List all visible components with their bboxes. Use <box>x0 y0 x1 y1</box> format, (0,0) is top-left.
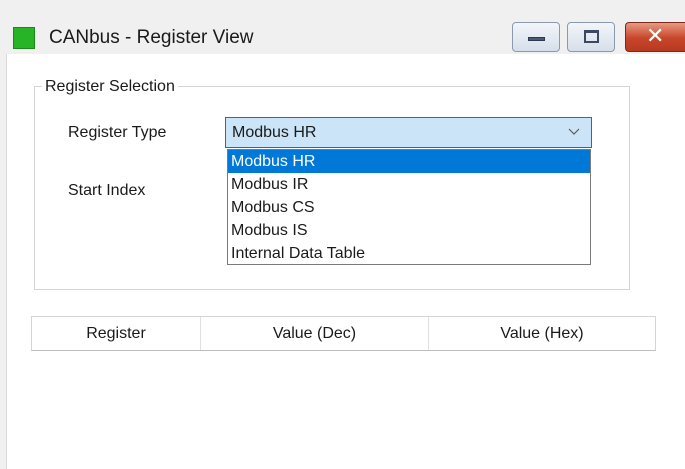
minimize-icon <box>528 37 545 41</box>
register-view-window: CANbus - Register View ✕ Register Select… <box>0 0 685 469</box>
column-header-register[interactable]: Register <box>32 317 201 350</box>
register-selection-title: Register Selection <box>42 77 178 97</box>
title-bar[interactable]: CANbus - Register View ✕ <box>0 0 685 54</box>
maximize-button[interactable] <box>567 22 615 52</box>
dropdown-option-modbus-is[interactable]: Modbus IS <box>228 219 590 242</box>
dropdown-option-modbus-cs[interactable]: Modbus CS <box>228 196 590 219</box>
register-type-combobox[interactable]: Modbus HR <box>225 117 592 148</box>
start-index-label: Start Index <box>68 182 146 199</box>
column-header-value-dec[interactable]: Value (Dec) <box>201 317 429 350</box>
dropdown-option-modbus-ir[interactable]: Modbus IR <box>228 173 590 196</box>
register-type-selected-value: Modbus HR <box>232 124 317 141</box>
column-header-value-hex[interactable]: Value (Hex) <box>429 317 655 350</box>
register-table: Register Value (Dec) Value (Hex) <box>31 316 656 351</box>
chevron-down-icon <box>568 128 580 135</box>
minimize-button[interactable] <box>512 22 560 52</box>
maximize-icon <box>584 30 599 43</box>
close-button[interactable]: ✕ <box>625 22 685 52</box>
window-title: CANbus - Register View <box>49 27 254 48</box>
register-type-label: Register Type <box>68 124 167 141</box>
window-left-border <box>0 54 7 469</box>
dropdown-option-internal-data-table[interactable]: Internal Data Table <box>228 242 590 265</box>
dropdown-option-modbus-hr[interactable]: Modbus HR <box>228 150 590 173</box>
register-type-dropdown-list[interactable]: Modbus HR Modbus IR Modbus CS Modbus IS … <box>227 149 591 265</box>
close-icon: ✕ <box>646 24 665 49</box>
app-icon <box>13 27 35 49</box>
